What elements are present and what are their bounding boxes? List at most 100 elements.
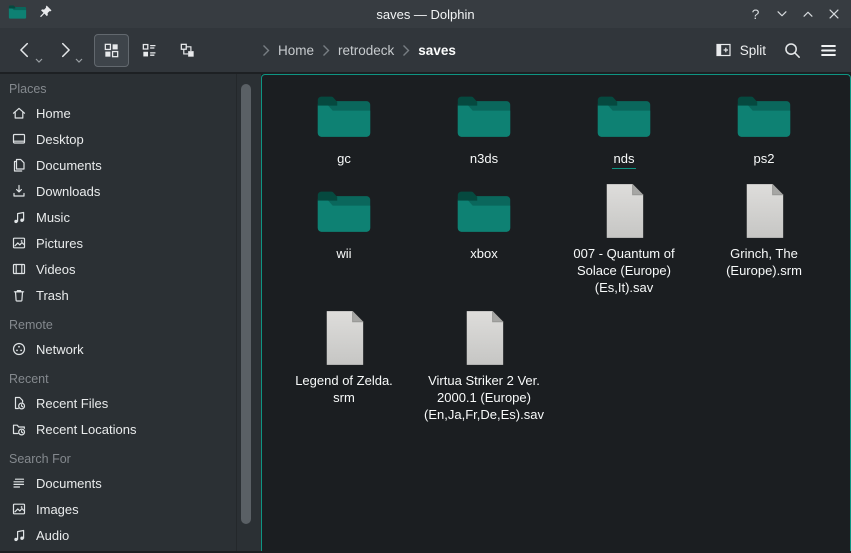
details-view-icon <box>141 42 158 59</box>
search-icon[interactable] <box>783 41 802 60</box>
minimize-button[interactable] <box>772 5 791 24</box>
file-icon <box>461 308 507 368</box>
sidebar-item-images[interactable]: Images <box>0 496 236 522</box>
home-icon <box>10 105 27 121</box>
sidebar-item-recent-files[interactable]: Recent Files <box>0 390 236 416</box>
nav-buttons <box>12 37 78 63</box>
sidebar-item-label: Pictures <box>36 236 83 251</box>
sidebar-item-label: Desktop <box>36 132 84 147</box>
folder-item[interactable]: ps2 <box>694 86 834 169</box>
sidebar-item-label: Recent Files <box>36 396 108 411</box>
forward-button[interactable] <box>52 37 78 63</box>
close-button[interactable] <box>824 5 843 24</box>
folder-item[interactable]: n3ds <box>414 86 554 169</box>
breadcrumb-segment-retrodeck[interactable]: retrodeck <box>338 43 394 58</box>
item-label-line: (Es,It).sav <box>595 279 654 296</box>
split-button[interactable]: Split <box>715 42 766 58</box>
tree-view-button[interactable] <box>170 34 205 67</box>
sidebar-item-pictures[interactable]: Pictures <box>0 230 236 256</box>
item-label-line: n3ds <box>470 150 498 167</box>
sidebar-item-documents[interactable]: Documents <box>0 152 236 178</box>
sidebar-item-downloads[interactable]: Downloads <box>0 178 236 204</box>
file-item[interactable]: Virtua Striker 2 Ver.2000.1 (Europe)(En,… <box>414 308 554 423</box>
document-icon <box>10 157 27 173</box>
sidebar-item-music[interactable]: Music <box>0 204 236 230</box>
crumb-chevron-icon <box>322 44 330 57</box>
file-item[interactable]: 007 - Quantum ofSolace (Europe)(Es,It).s… <box>554 181 694 296</box>
breadcrumb-segment-saves[interactable]: saves <box>418 43 456 58</box>
item-label-line: ps2 <box>754 150 775 167</box>
folder-icon <box>455 86 513 146</box>
file-item[interactable]: Grinch, The(Europe).srm <box>694 181 834 296</box>
sidebar-item-home[interactable]: Home <box>0 100 236 126</box>
window-title: saves — Dolphin <box>0 7 851 22</box>
folder-icon <box>8 4 27 25</box>
sidebar-item-documents[interactable]: Documents <box>0 470 236 496</box>
folder-item[interactable]: gc <box>274 86 414 169</box>
sidebar-item-label: Downloads <box>36 184 100 199</box>
sidebar-item-trash[interactable]: Trash <box>0 282 236 308</box>
maximize-button[interactable] <box>798 5 817 24</box>
pin-icon[interactable] <box>38 4 53 24</box>
item-label: gc <box>337 150 351 167</box>
sidebar-section-title: Search For <box>0 448 236 470</box>
dolphin-window: saves — Dolphin ? Home retrodeck saves Spl… <box>0 0 851 553</box>
sidebar-item-label: Documents <box>36 158 102 173</box>
folder-icon <box>735 86 793 146</box>
sidebar-item-audio[interactable]: Audio <box>0 522 236 548</box>
hamburger-icon[interactable] <box>819 42 838 59</box>
chevron-up-icon <box>801 7 815 21</box>
video-icon <box>10 261 27 277</box>
file-icon <box>741 181 787 241</box>
sidebar-item-label: Audio <box>36 528 69 543</box>
sidebar-item-label: Documents <box>36 476 102 491</box>
breadcrumb: Home retrodeck saves <box>262 28 456 72</box>
item-label-line: xbox <box>470 245 497 262</box>
sidebar-item-desktop[interactable]: Desktop <box>0 126 236 152</box>
lines-icon <box>10 475 27 491</box>
item-label-line: gc <box>337 150 351 167</box>
folder-item[interactable]: xbox <box>414 181 554 296</box>
sidebar-item-label: Trash <box>36 288 69 303</box>
folder-icon <box>315 181 373 241</box>
sidebar-item-recent-locations[interactable]: Recent Locations <box>0 416 236 442</box>
trash-icon <box>10 287 27 303</box>
folder-item[interactable]: nds <box>554 86 694 169</box>
help-button[interactable]: ? <box>746 5 765 24</box>
item-label: n3ds <box>470 150 498 167</box>
view-mode-buttons <box>94 34 205 67</box>
titlebar-icons <box>8 4 53 25</box>
item-label-line: Legend of Zelda. <box>295 372 393 389</box>
network-icon <box>10 341 27 357</box>
split-icon <box>715 42 732 58</box>
toolbar-right: Split <box>715 41 851 60</box>
caret-down-icon <box>35 58 43 63</box>
sidebar-section-recent: RecentRecent FilesRecent Locations <box>0 368 236 442</box>
recent-file-icon <box>10 395 27 411</box>
sidebar-item-label: Recent Locations <box>36 422 136 437</box>
sidebar-scrollbar-thumb[interactable] <box>241 84 251 524</box>
breadcrumb-segment-home[interactable]: Home <box>278 43 314 58</box>
item-label-line: (En,Ja,Fr,De,Es).sav <box>424 406 544 423</box>
help-icon: ? <box>752 6 760 22</box>
toolbar: Home retrodeck saves Split <box>0 28 851 74</box>
sidebar-item-network[interactable]: Network <box>0 336 236 362</box>
window-body: PlacesHomeDesktopDocumentsDownloadsMusic… <box>0 74 851 551</box>
sidebar-item-label: Music <box>36 210 70 225</box>
back-button[interactable] <box>12 37 38 63</box>
sidebar-scrollbar <box>237 74 261 551</box>
details-view-button[interactable] <box>132 34 167 67</box>
item-label: nds <box>612 150 637 169</box>
item-label: Virtua Striker 2 Ver.2000.1 (Europe)(En,… <box>424 372 544 423</box>
folder-item[interactable]: wii <box>274 181 414 296</box>
folder-icon <box>455 181 513 241</box>
item-label-line: 2000.1 (Europe) <box>437 389 531 406</box>
item-label: Legend of Zelda.srm <box>295 372 393 406</box>
sidebar-item-videos[interactable]: Videos <box>0 256 236 282</box>
crumb-chevron-icon <box>262 44 270 57</box>
file-item[interactable]: Legend of Zelda.srm <box>274 308 414 423</box>
chevron-down-icon <box>775 7 789 21</box>
item-label: wii <box>336 245 351 262</box>
folder-view[interactable]: gc n3ds nds ps2 wii xbox 007 - Quantum ofSolac… <box>261 74 851 551</box>
icons-view-button[interactable] <box>94 34 129 67</box>
